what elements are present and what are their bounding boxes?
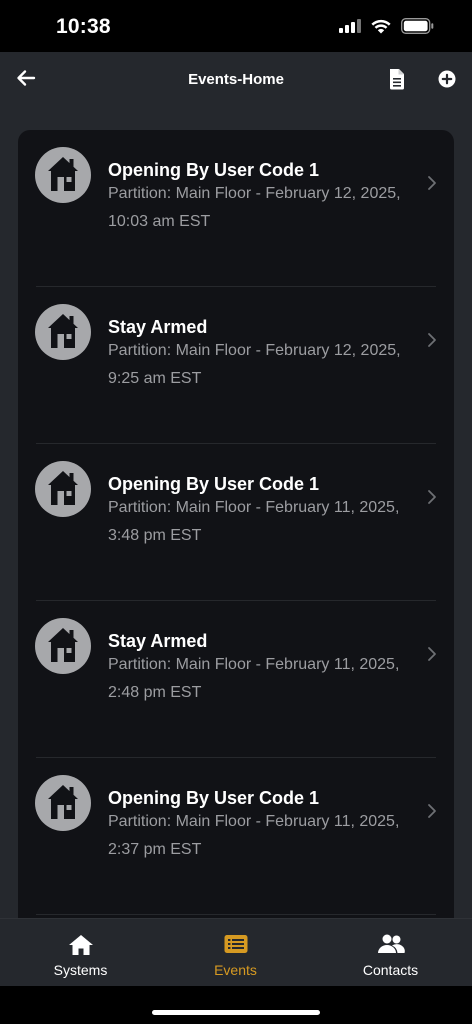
bottom-tab-bar: Systems Events Contacts xyxy=(0,918,472,986)
document-icon[interactable] xyxy=(386,66,408,92)
app-header: Events-Home xyxy=(0,52,472,108)
event-title: Opening By User Code 1 xyxy=(108,788,320,808)
chevron-right-icon xyxy=(428,176,436,190)
chevron-right-icon xyxy=(428,647,436,661)
event-detail: Partition: Main Floor - February 11, 202… xyxy=(108,499,400,544)
contacts-icon xyxy=(377,934,405,953)
home-indicator[interactable] xyxy=(152,1010,320,1015)
events-content: Opening By User Code 1 Partition: Main F… xyxy=(0,108,472,918)
event-avatar xyxy=(35,304,91,360)
tab-label: Events xyxy=(214,962,257,978)
event-item[interactable]: Opening By User Code 1 Partition: Main F… xyxy=(18,444,454,601)
battery-icon xyxy=(401,18,434,34)
status-time: 10:38 xyxy=(56,15,111,38)
home-icon xyxy=(68,935,93,955)
status-bar: 10:38 xyxy=(0,0,472,52)
tab-label: Contacts xyxy=(362,962,419,978)
add-circle-icon[interactable] xyxy=(435,67,459,91)
tab-contacts[interactable]: Contacts xyxy=(312,919,469,987)
tab-systems[interactable]: Systems xyxy=(2,919,159,987)
tab-events[interactable]: Events xyxy=(157,919,314,987)
house-icon xyxy=(48,314,78,348)
event-avatar xyxy=(35,775,91,831)
event-title: Opening By User Code 1 xyxy=(108,160,320,180)
event-item[interactable]: Opening By User Code 1 Partition: Main F… xyxy=(18,130,454,287)
chevron-right-icon xyxy=(428,333,436,347)
status-icons xyxy=(339,18,434,34)
house-icon xyxy=(48,157,78,191)
event-item[interactable]: Stay Armed Partition: Main Floor - Febru… xyxy=(18,287,454,444)
event-item[interactable]: Opening By User Code 1 Partition: Main F… xyxy=(18,758,454,915)
event-detail: Partition: Main Floor - February 11, 202… xyxy=(108,656,400,701)
event-title: Stay Armed xyxy=(108,631,208,651)
events-list: Opening By User Code 1 Partition: Main F… xyxy=(18,130,454,918)
event-title: Stay Armed xyxy=(108,317,208,337)
event-detail: Partition: Main Floor - February 12, 202… xyxy=(108,342,401,387)
event-item[interactable]: Stay Armed Partition: Main Floor - Febru… xyxy=(18,601,454,758)
event-title: Opening By User Code 1 xyxy=(108,474,320,494)
event-avatar xyxy=(35,618,91,674)
event-detail: Partition: Main Floor - February 11, 202… xyxy=(108,813,400,858)
chevron-right-icon xyxy=(428,804,436,818)
home-indicator-area xyxy=(0,986,472,1024)
cellular-signal-icon xyxy=(339,19,361,33)
house-icon xyxy=(48,628,78,662)
event-detail: Partition: Main Floor - February 12, 202… xyxy=(108,185,401,230)
chevron-right-icon xyxy=(428,490,436,504)
tab-label: Systems xyxy=(53,962,108,978)
divider xyxy=(36,914,436,915)
event-avatar xyxy=(35,461,91,517)
house-icon xyxy=(48,471,78,505)
wifi-icon xyxy=(371,19,391,33)
event-avatar xyxy=(35,147,91,203)
house-icon xyxy=(48,785,78,819)
events-list-icon xyxy=(224,935,247,953)
